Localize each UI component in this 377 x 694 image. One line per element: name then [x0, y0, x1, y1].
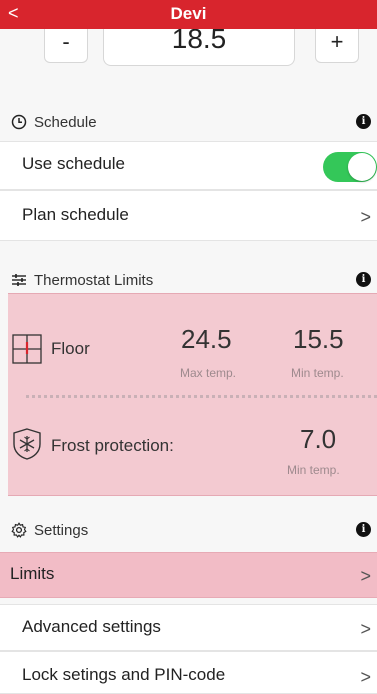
decrease-temperature-button[interactable]: - — [44, 29, 88, 63]
chevron-right-icon: > — [360, 619, 371, 639]
settings-item-label: Advanced settings — [22, 617, 161, 636]
page-title: Devi — [170, 4, 207, 23]
setpoint-stepper: - 18.5 + — [0, 29, 377, 75]
thermostat-limits-panel[interactable]: Floor 24.5 Max temp. 15.5 Min temp. Fros… — [8, 293, 377, 496]
thermostat-limits-info-icon[interactable]: i — [356, 272, 371, 287]
plan-schedule-label: Plan schedule — [22, 205, 129, 224]
floor-min-value: 15.5 — [293, 324, 344, 354]
schedule-info-icon[interactable]: i — [356, 114, 371, 129]
settings-item-label: Limits — [10, 564, 55, 583]
floor-max-caption: Max temp. — [180, 366, 237, 380]
separator — [26, 395, 377, 398]
thermostat-limits-title: Thermostat Limits — [34, 272, 154, 289]
settings-item-label: Lock setings and PIN-code — [22, 665, 226, 684]
floor-min-caption: Min temp. — [291, 366, 344, 380]
frost-min-value: 7.0 — [300, 424, 337, 454]
settings-item-limits[interactable]: Limits > — [0, 552, 377, 598]
snowflake-shield-icon — [13, 428, 41, 460]
clock-icon — [11, 114, 27, 130]
floor-sensor-icon — [12, 334, 42, 364]
floor-max-value: 24.5 — [181, 324, 232, 354]
chevron-right-icon: > — [360, 667, 371, 687]
setpoint-value: 18.5 — [103, 29, 295, 66]
increase-temperature-button[interactable]: + — [315, 29, 359, 63]
schedule-title: Schedule — [34, 114, 97, 131]
floor-label: Floor — [51, 339, 90, 358]
sliders-icon — [12, 274, 26, 286]
use-schedule-toggle[interactable] — [323, 152, 377, 182]
top-bar: < Devi — [0, 0, 377, 29]
use-schedule-label: Use schedule — [22, 154, 126, 173]
use-schedule-row: Use schedule — [0, 141, 377, 190]
frost-min-caption: Min temp. — [287, 463, 340, 477]
chevron-right-icon: > — [360, 566, 371, 586]
settings-info-icon[interactable]: i — [356, 522, 371, 537]
toggle-knob — [348, 153, 376, 181]
chevron-right-icon: > — [360, 207, 371, 227]
settings-item-lock-settings[interactable]: Lock setings and PIN-code > — [0, 651, 377, 694]
settings-item-advanced-settings[interactable]: Advanced settings > — [0, 604, 377, 651]
frost-protection-label: Frost protection: — [51, 436, 174, 455]
schedule-section-header: Schedule i — [0, 103, 377, 141]
gear-icon — [11, 522, 27, 538]
settings-section-header: Settings i — [0, 511, 377, 549]
settings-title: Settings — [34, 522, 89, 539]
plan-schedule-row[interactable]: Plan schedule > — [0, 190, 377, 241]
